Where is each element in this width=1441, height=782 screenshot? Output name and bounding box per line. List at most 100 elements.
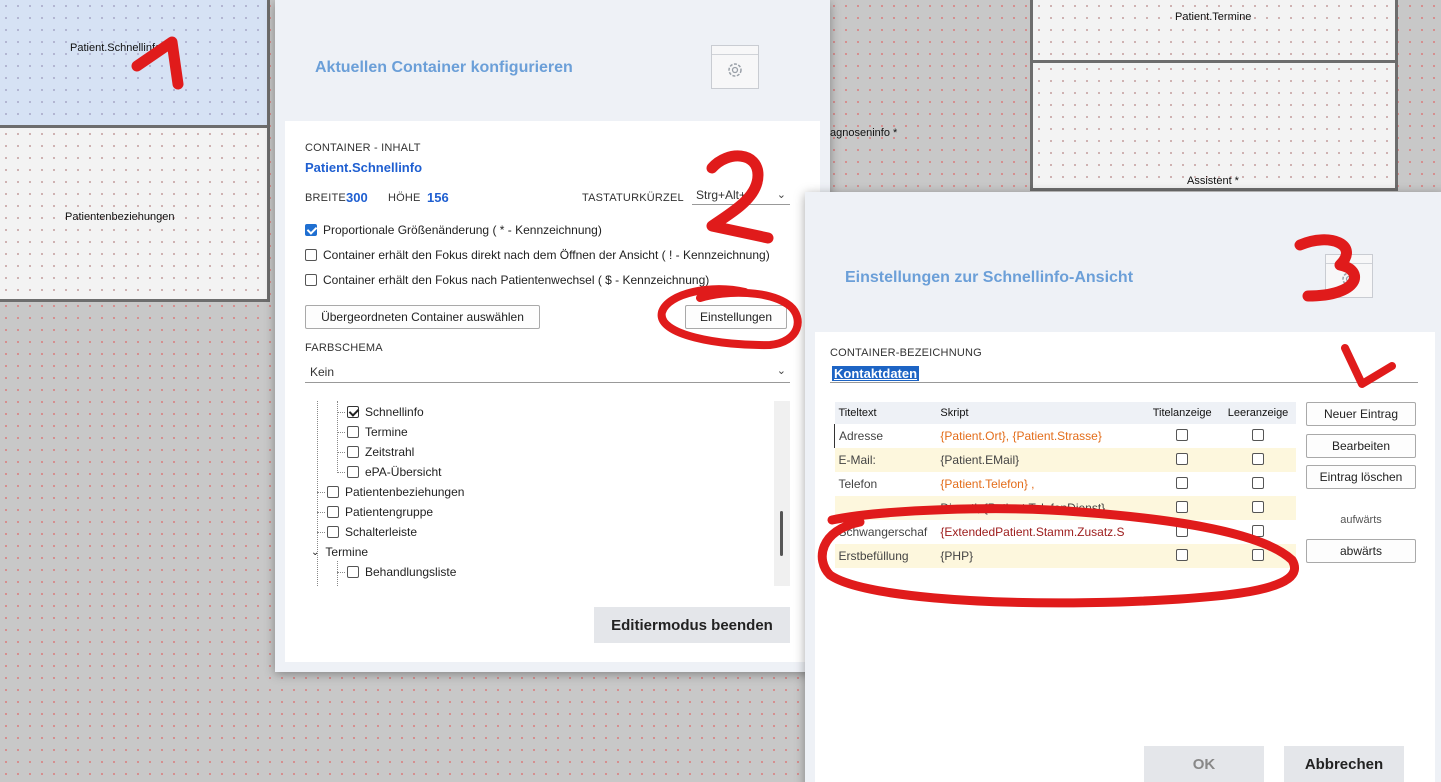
container-name-label: CONTAINER-BEZEICHNUNG [830, 347, 982, 359]
shortcut-select[interactable]: Strg+Alt+ ⌄ [692, 185, 790, 205]
checkbox[interactable] [305, 224, 317, 236]
title-display-checkbox[interactable] [1176, 428, 1189, 441]
column-header[interactable]: Titeltext [834, 402, 937, 424]
title-display-checkbox[interactable] [1176, 500, 1189, 513]
tree-item-zeitstrahl[interactable]: Zeitstrahl [347, 445, 414, 459]
container-label-diagnoseninfo: agnoseninfo * [830, 127, 898, 139]
new-entry-button[interactable]: Neuer Eintrag [1306, 402, 1416, 426]
empty-display-checkbox[interactable] [1252, 500, 1265, 513]
tree-item-label: Termine [365, 425, 408, 439]
checkbox[interactable] [347, 446, 359, 458]
checkbox[interactable] [305, 274, 317, 286]
table-row[interactable]: Schwangerschaf {ExtendedPatient.Stamm.Zu… [835, 520, 1297, 544]
checkbox[interactable] [305, 249, 317, 261]
width-value[interactable]: 300 [346, 190, 368, 205]
settings-button[interactable]: Einstellungen [685, 305, 787, 329]
dialog-content-panel: CONTAINER - INHALT Patient.Schnellinfo B… [285, 121, 820, 662]
title-display-checkbox[interactable] [1176, 524, 1189, 537]
option-proportional[interactable]: Proportionale Größenänderung ( * - Kennz… [305, 223, 602, 237]
tree-item-label: Termine [325, 545, 369, 559]
checkbox[interactable] [347, 426, 359, 438]
move-up-button[interactable]: aufwärts [1306, 514, 1416, 526]
empty-display-checkbox[interactable] [1252, 548, 1265, 561]
option-focus-patient[interactable]: Container erhält den Fokus nach Patiente… [305, 273, 709, 287]
checkbox[interactable] [347, 566, 359, 578]
chevron-down-icon: ⌄ [776, 189, 786, 201]
tree-item-schalterleiste[interactable]: Schalterleiste [327, 525, 417, 539]
gear-icon[interactable] [1325, 254, 1373, 298]
tree-item-behandlungsliste[interactable]: Behandlungsliste [347, 565, 456, 579]
row-script: {Patient.Ort}, {Patient.Strasse} [940, 429, 1102, 443]
tree-item-label: Schalterleiste [345, 525, 418, 539]
color-scheme-value: Kein [310, 365, 335, 379]
tree-item-patientenbeziehungen[interactable]: Patientenbeziehungen [327, 485, 464, 499]
checkbox[interactable] [347, 406, 359, 418]
content-tree: Schnellinfo Termine Zeitstrahl ePA-Übers… [305, 401, 775, 586]
color-scheme-select[interactable]: Kein ⌄ [305, 361, 790, 383]
checkbox[interactable] [347, 466, 359, 478]
scrollbar-thumb[interactable] [780, 511, 783, 556]
container-termine[interactable]: Patient.Termine [1030, 0, 1398, 63]
width-label: BREITE [305, 192, 346, 204]
row-title: Schwangerschaf [838, 525, 928, 539]
tree-item-label: ePA-Übersicht [365, 465, 442, 479]
cancel-button[interactable]: Abbrechen [1284, 746, 1404, 782]
row-title: Telefon [838, 477, 878, 491]
column-header[interactable]: Leeranzeige [1220, 402, 1296, 424]
table-row[interactable]: Dienstl; {Patient.TelefonDienst} [834, 496, 1296, 520]
title-display-checkbox[interactable] [1176, 476, 1189, 489]
title-display-checkbox[interactable] [1176, 452, 1189, 465]
height-value[interactable]: 156 [427, 190, 449, 205]
ok-button[interactable]: OK [1144, 746, 1264, 782]
select-parent-button[interactable]: Übergeordneten Container auswählen [305, 305, 540, 329]
exit-edit-mode-button[interactable]: Editiermodus beenden [594, 607, 790, 643]
color-scheme-label: FARBSCHEMA [305, 342, 383, 354]
schnellinfo-settings-dialog: Einstellungen zur Schnellinfo-Ansicht CO… [805, 192, 1441, 782]
container-schnellinfo[interactable]: Patient.Schnellinfo [0, 0, 270, 128]
move-down-button[interactable]: abwärts [1306, 539, 1416, 563]
title-display-checkbox[interactable] [1176, 548, 1189, 561]
container-patientenbeziehungen[interactable]: Patientenbeziehungen [0, 125, 270, 302]
table-row[interactable]: Adresse {Patient.Ort}, {Patient.Strasse} [834, 424, 1297, 448]
checkbox[interactable] [327, 526, 339, 538]
empty-display-checkbox[interactable] [1252, 428, 1265, 441]
option-focus-open[interactable]: Container erhält den Fokus direkt nach d… [305, 248, 770, 262]
tree-scrollbar[interactable] [774, 401, 790, 586]
chevron-down-icon[interactable]: ⌄ [311, 547, 319, 558]
height-label: HÖHE [388, 192, 421, 204]
entries-table: Titeltext Skript Titelanzeige Leeranzeig… [834, 402, 1296, 568]
configure-container-dialog: Aktuellen Container konfigurieren CONTAI… [275, 0, 830, 672]
tree-item-epa[interactable]: ePA-Übersicht [347, 465, 441, 479]
dialog-title: Einstellungen zur Schnellinfo-Ansicht [845, 269, 1134, 286]
tree-group-termine[interactable]: ⌄ Termine [311, 545, 368, 559]
chevron-down-icon: ⌄ [776, 365, 786, 377]
tree-item-label: Schnellinfo [365, 405, 424, 419]
delete-entry-button[interactable]: Eintrag löschen [1306, 465, 1416, 489]
tree-item-termine[interactable]: Termine [347, 425, 408, 439]
dialog-content-panel: CONTAINER-BEZEICHNUNG Kontaktdaten Titel… [815, 332, 1435, 782]
tree-item-schnellinfo[interactable]: Schnellinfo [347, 405, 424, 419]
column-header[interactable]: Titelanzeige [1144, 402, 1221, 424]
empty-display-checkbox[interactable] [1252, 476, 1265, 489]
table-row[interactable]: E-Mail: {Patient.EMail} [834, 448, 1296, 472]
checkbox[interactable] [327, 486, 339, 498]
container-label: Patient.Schnellinfo [70, 42, 162, 54]
table-row[interactable]: Telefon {Patient.Telefon} , [835, 472, 1297, 496]
empty-display-checkbox[interactable] [1252, 452, 1265, 465]
gear-icon[interactable] [711, 45, 759, 89]
table-row[interactable]: Erstbefüllung {PHP} [834, 544, 1296, 568]
empty-display-checkbox[interactable] [1252, 524, 1265, 537]
row-script: {Patient.EMail} [936, 448, 1145, 472]
tree-item-label: Behandlungsliste [365, 565, 457, 579]
shortcut-label: TASTATURKÜRZEL [582, 192, 684, 204]
row-script: Dienstl; {Patient.TelefonDienst} [936, 496, 1145, 520]
container-name-input[interactable]: Kontaktdaten [830, 364, 1418, 383]
container-diagnoseninfo[interactable] [1030, 60, 1398, 191]
option-label: Container erhält den Fokus direkt nach d… [323, 248, 770, 262]
checkbox[interactable] [327, 506, 339, 518]
column-header[interactable]: Skript [936, 402, 1145, 424]
tree-item-patientengruppe[interactable]: Patientengruppe [327, 505, 433, 519]
row-script: {Patient.Telefon} , [940, 477, 1035, 491]
edit-button[interactable]: Bearbeiten [1306, 434, 1416, 458]
container-label: Patient.Termine [1175, 11, 1252, 23]
